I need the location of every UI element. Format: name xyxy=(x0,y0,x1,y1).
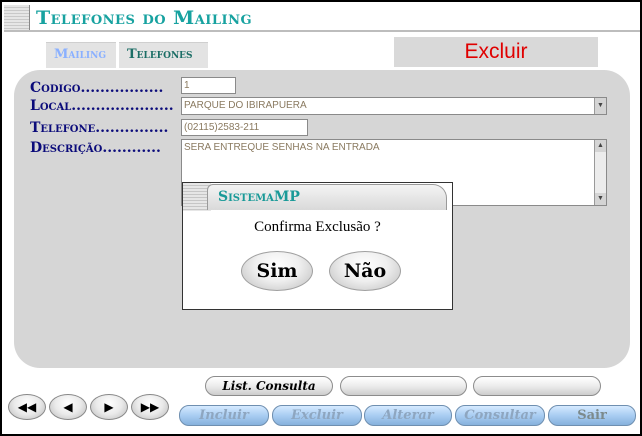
codigo-field[interactable]: 1 xyxy=(181,77,236,94)
confirm-dialog: SistemaMP Confirma Exclusão ? Sim Não xyxy=(182,182,453,310)
consultar-button[interactable]: Consultar xyxy=(455,405,545,426)
descricao-label: Descrição............ xyxy=(30,140,161,156)
incluir-button[interactable]: Incluir xyxy=(179,405,269,426)
local-value: PARQUE DO IBIRAPUERA xyxy=(184,100,307,111)
main-window: Telefones do Mailing Mailing Telefones E… xyxy=(0,0,642,436)
list-consulta-button[interactable]: List. Consulta xyxy=(205,376,333,396)
scroll-down-icon[interactable]: ▼ xyxy=(595,193,606,205)
local-label: Local..................... xyxy=(30,98,174,114)
mode-banner: Excluir xyxy=(394,37,598,67)
blank-button-2[interactable] xyxy=(473,376,601,396)
local-select[interactable]: PARQUE DO IBIRAPUERA ▼ xyxy=(181,97,607,115)
descricao-value: SERA ENTREQUE SENHAS NA ENTRADA xyxy=(184,142,380,153)
tab-mailing[interactable]: Mailing xyxy=(46,42,116,68)
sair-button[interactable]: Sair xyxy=(548,405,636,426)
dialog-title-bar: SistemaMP xyxy=(183,183,452,211)
prev-record-button[interactable]: ◀ xyxy=(49,394,87,420)
excluir-button[interactable]: Excluir xyxy=(272,405,362,426)
dialog-title: SistemaMP xyxy=(207,184,447,210)
first-record-icon: ◀◀ xyxy=(17,400,37,414)
descricao-scrollbar[interactable]: ▲ ▼ xyxy=(594,140,606,205)
alterar-button[interactable]: Alterar xyxy=(364,405,452,426)
window-title: Telefones do Mailing xyxy=(36,7,253,29)
title-divider xyxy=(4,30,640,32)
first-record-button[interactable]: ◀◀ xyxy=(8,394,46,420)
codigo-label: Codigo................. xyxy=(30,80,164,96)
next-record-button[interactable]: ▶ xyxy=(90,394,128,420)
telefone-field[interactable]: (02115)2583-211 xyxy=(181,119,308,136)
telefone-value: (02115)2583-211 xyxy=(184,122,260,133)
scroll-up-icon[interactable]: ▲ xyxy=(595,140,606,152)
last-record-button[interactable]: ▶▶ xyxy=(131,394,169,420)
next-record-icon: ▶ xyxy=(104,400,114,414)
blank-button-1[interactable] xyxy=(340,376,467,396)
prev-record-icon: ◀ xyxy=(63,400,73,414)
dropdown-arrow-icon[interactable]: ▼ xyxy=(594,98,606,114)
codigo-value: 1 xyxy=(184,80,190,91)
last-record-icon: ▶▶ xyxy=(140,400,160,414)
confirm-no-button[interactable]: Não xyxy=(329,251,401,291)
dialog-message: Confirma Exclusão ? xyxy=(254,219,381,235)
telefone-label: Telefone............... xyxy=(30,120,169,136)
confirm-yes-button[interactable]: Sim xyxy=(241,251,313,291)
tab-telefones[interactable]: Telefones xyxy=(119,42,208,68)
title-stripe-decoration xyxy=(4,5,30,31)
